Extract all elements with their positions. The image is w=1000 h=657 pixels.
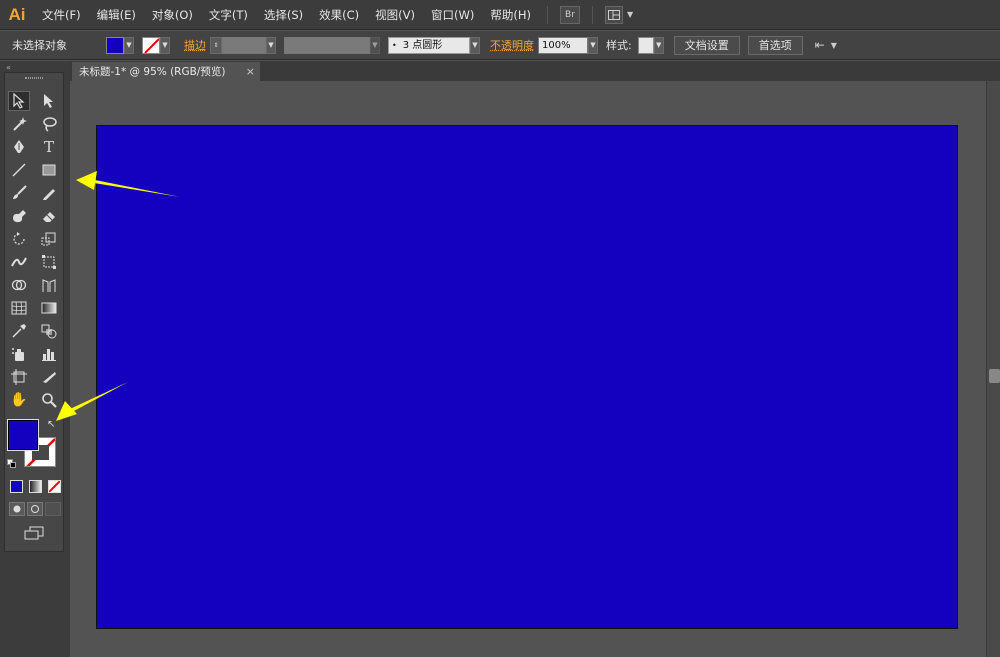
annotation-arrows — [56, 171, 180, 421]
annotation-arrow-rectangle — [76, 171, 180, 197]
annotation-arrow-fill — [56, 382, 128, 421]
